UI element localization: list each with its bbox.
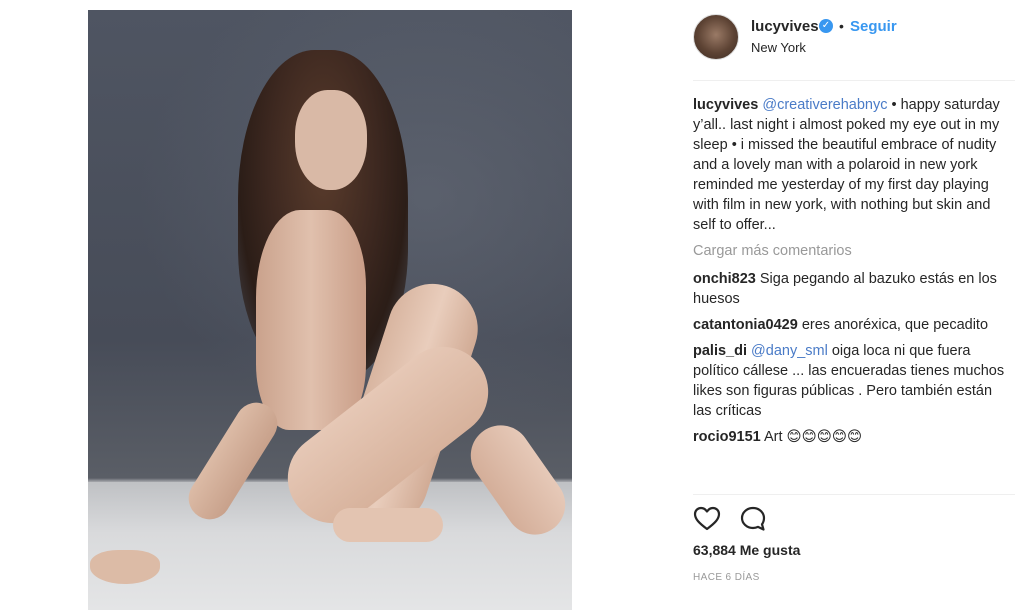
follow-button[interactable]: Seguir [850,18,897,35]
header-username[interactable]: lucyvives [751,18,819,35]
photo-subject-torso [256,210,366,430]
likes-count[interactable]: 63,884 Me gusta [693,542,800,558]
post-actions [693,505,813,535]
comment-item: palis_di @dany_sml oiga loca ni que fuer… [693,341,1011,421]
post-header: lucyvives ✓ • Seguir New York [693,10,1013,72]
comment-text: Art 😊😊😊😊😊 [763,429,863,445]
avatar[interactable] [693,14,739,60]
comments-section: lucyvives @creativerehabnyc • happy satu… [693,95,1011,453]
caption-mention[interactable]: @creativerehabnyc [762,97,887,113]
photo-subject-face [295,90,367,190]
load-more-comments-button[interactable]: Cargar más comentarios [693,241,1011,261]
header-divider [693,80,1015,81]
location-link[interactable]: New York [751,40,806,55]
photo-subject-hand [90,550,160,584]
header-separator: • [839,18,844,34]
photo-subject-foot [333,508,443,542]
comment-username[interactable]: rocio9151 [693,429,761,445]
comment-item: rocio9151 Art 😊😊😊😊😊 [693,427,1011,447]
comment-item: onchi823 Siga pegando al bazuko estás en… [693,269,1011,309]
comment-bubble-icon[interactable] [739,505,767,533]
actions-divider [693,494,1015,495]
caption: lucyvives @creativerehabnyc • happy satu… [693,95,1011,235]
heart-icon[interactable] [693,505,721,533]
comment-username[interactable]: palis_di [693,343,747,359]
comment-text: eres anoréxica, que pecadito [801,317,989,333]
comment-item: catantonia0429 eres anoréxica, que pecad… [693,315,1011,335]
caption-text: • happy saturday y’all.. last night i al… [693,97,1000,233]
post-photo[interactable] [88,10,572,610]
comment-mention[interactable]: @dany_sml [751,343,828,359]
comment-username[interactable]: catantonia0429 [693,317,798,333]
verified-badge-icon: ✓ [819,19,833,33]
comment-username[interactable]: onchi823 [693,271,756,287]
caption-username[interactable]: lucyvives [693,97,758,113]
post-timestamp[interactable]: HACE 6 DÍAS [693,572,760,583]
